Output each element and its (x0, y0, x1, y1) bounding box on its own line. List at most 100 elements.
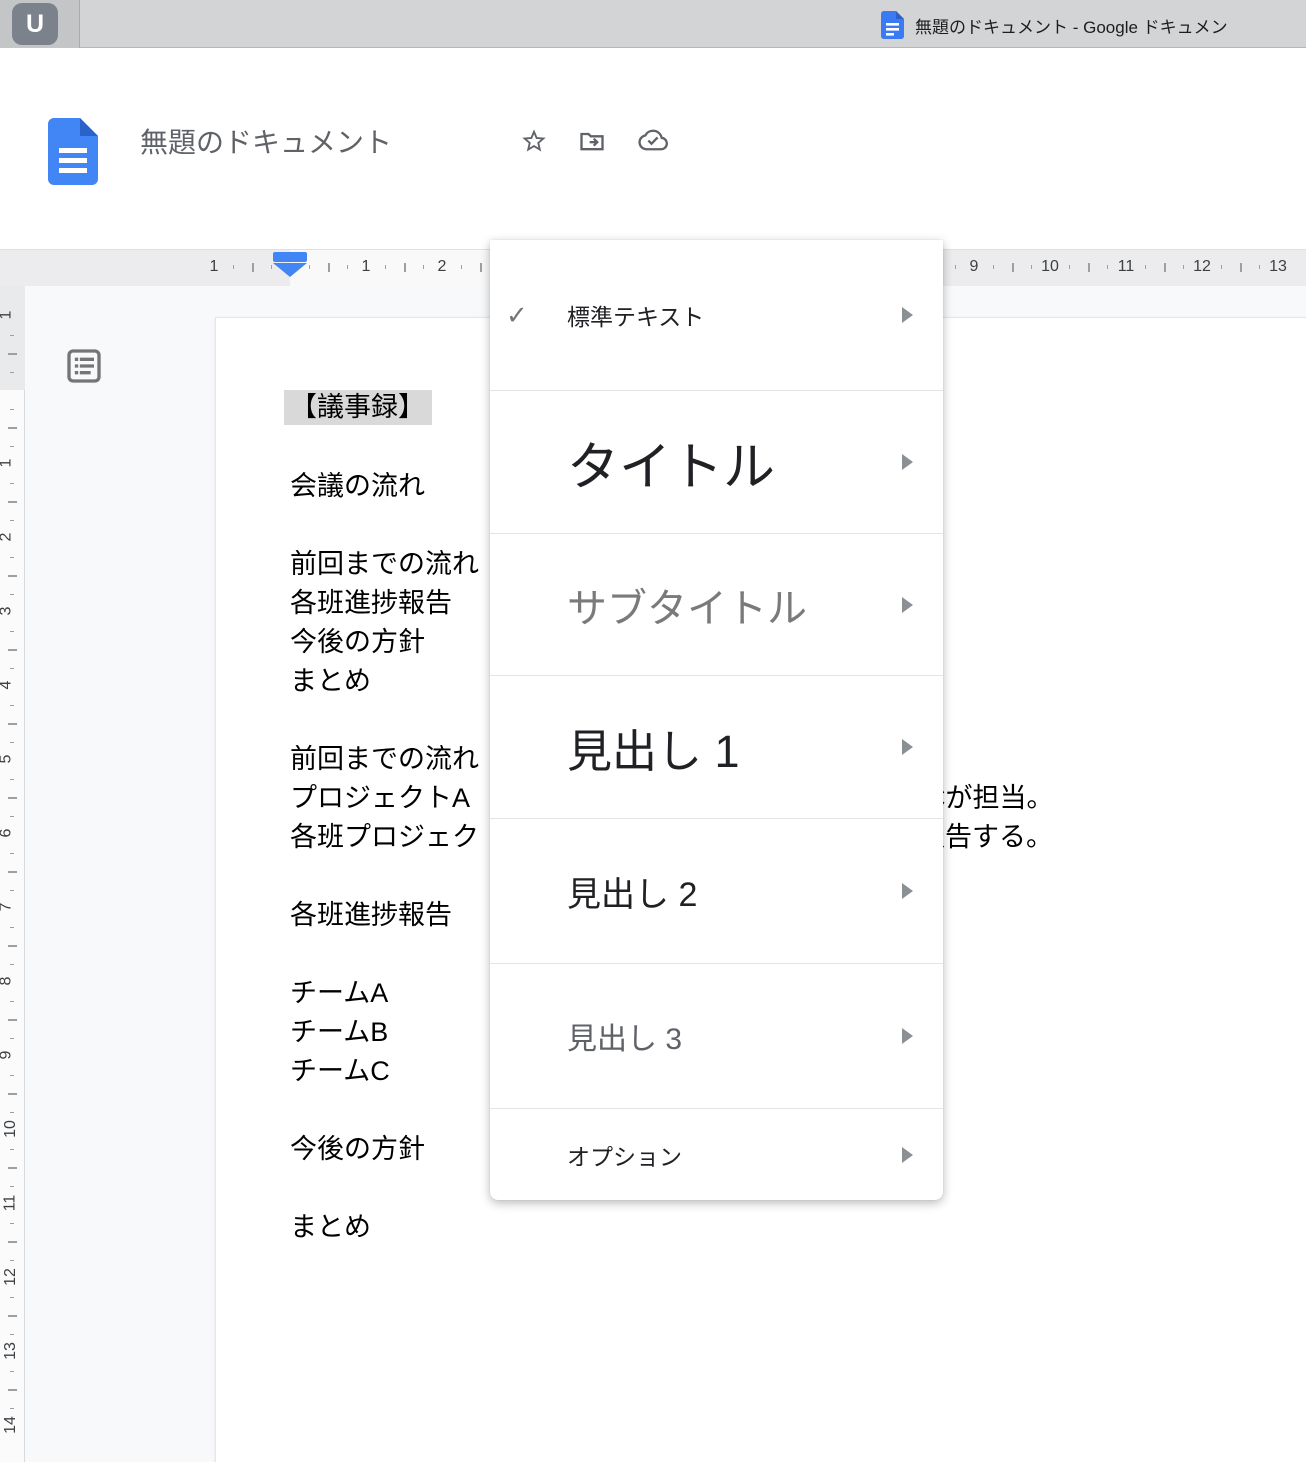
hruler-tick (385, 265, 386, 269)
hruler-tick (1145, 265, 1146, 269)
pinned-tab[interactable]: U (0, 0, 80, 48)
hruler-tick (1240, 263, 1242, 272)
style-menu-item-4[interactable]: 見出し 2 (490, 818, 943, 963)
style-menu-item-3[interactable]: 見出し 1 (490, 675, 943, 818)
hruler-number: 9 (970, 258, 979, 276)
submenu-arrow-icon (902, 883, 913, 899)
style-menu-item-5[interactable]: 見出し 3 (490, 963, 943, 1108)
cloud-status-icon[interactable] (638, 127, 666, 155)
star-icon[interactable] (520, 127, 548, 155)
vruler-tick (10, 1408, 14, 1409)
hruler-tick (1031, 265, 1032, 269)
first-line-indent-marker[interactable] (273, 252, 307, 262)
vruler-tick (10, 668, 14, 669)
hruler-number: 1 (210, 258, 219, 276)
vruler-tick (10, 446, 14, 447)
vruler-number: 4 (0, 681, 15, 690)
indent-marker[interactable] (273, 252, 307, 277)
hruler-number: 11 (1118, 258, 1135, 276)
vruler-tick (10, 816, 14, 817)
hruler-tick (1259, 265, 1260, 269)
vruler-tick (10, 1038, 14, 1039)
style-menu-item-label: 見出し 2 (567, 867, 697, 916)
vruler-tick (8, 575, 17, 577)
hruler-tick (461, 265, 462, 269)
vruler-tick (8, 1019, 17, 1021)
left-indent-marker[interactable] (273, 263, 307, 277)
hruler-tick (1164, 263, 1166, 272)
vruler-tick (10, 1223, 14, 1224)
vruler-number: 2 (0, 533, 15, 542)
vruler-tick (8, 797, 17, 799)
hruler-tick (252, 263, 254, 272)
vruler-number: 3 (0, 607, 15, 616)
hruler-tick (1069, 265, 1070, 269)
vruler-tick (10, 853, 14, 854)
vruler-tick (10, 520, 14, 521)
hruler-tick (347, 265, 348, 269)
vruler-tick (10, 1112, 14, 1113)
submenu-arrow-icon (902, 1147, 913, 1163)
google-docs-window: U 無題のドキュメント - Google ドキュメン 無題のドキュメント (0, 0, 1306, 1462)
pinned-tab-icon[interactable]: U (12, 3, 58, 45)
style-menu-item-1[interactable]: タイトル (490, 390, 943, 533)
docs-logo[interactable] (48, 118, 98, 185)
hruler-tick (328, 263, 330, 272)
document-title[interactable]: 無題のドキュメント (140, 121, 392, 161)
vruler-tick (8, 427, 17, 429)
vruler-number: 7 (0, 903, 15, 912)
hruler-tick (480, 263, 482, 272)
vruler-tick (10, 409, 14, 410)
vruler-number: 10 (2, 1120, 20, 1138)
hruler-number: 13 (1269, 258, 1287, 276)
vruler-tick (10, 1260, 14, 1261)
submenu-arrow-icon (902, 739, 913, 755)
style-menu-item-label: オプション (567, 1138, 682, 1172)
vruler-number: 5 (0, 755, 15, 764)
vruler-number: 1 (0, 311, 15, 320)
move-folder-icon[interactable] (578, 127, 606, 155)
vruler-tick (8, 353, 17, 355)
style-menu-item-label: サブタイトル (567, 576, 807, 634)
style-menu-item-2[interactable]: サブタイトル (490, 533, 943, 675)
vruler-tick (8, 1241, 17, 1243)
hruler-tick (1183, 265, 1184, 269)
vruler-tick (10, 779, 14, 780)
vruler-tick (8, 871, 17, 873)
browser-tab-bar: U 無題のドキュメント - Google ドキュメン (0, 0, 1306, 48)
hruler-tick (993, 265, 994, 269)
vruler-tick (10, 557, 14, 558)
vruler-tick (10, 1075, 14, 1076)
style-menu-item-label: 標準テキスト (567, 298, 704, 332)
vruler-tick (8, 501, 17, 503)
docs-favicon (881, 11, 904, 39)
vruler-tick (8, 649, 17, 651)
docs-header: 無題のドキュメント ファイル編集表示挿入表示形式ツールアドオンヘルプ 最終編集:… (0, 48, 1306, 185)
vruler-tick (10, 335, 14, 336)
hruler-number: 12 (1193, 258, 1211, 276)
submenu-arrow-icon (902, 597, 913, 613)
style-menu-item-label: タイトル (567, 425, 775, 500)
hruler-number: 2 (438, 258, 447, 276)
vruler-tick (10, 705, 14, 706)
style-menu-item-0[interactable]: ✓ 標準テキスト (490, 240, 943, 390)
submenu-arrow-icon (902, 307, 913, 323)
vruler-tick (10, 594, 14, 595)
vruler-tick (8, 1389, 17, 1391)
vruler-tick (8, 1315, 17, 1317)
hruler-number: 1 (362, 258, 371, 276)
vruler-number: 14 (2, 1416, 20, 1434)
hruler-number: 10 (1041, 258, 1059, 276)
hruler-tick (955, 265, 956, 269)
checkmark-icon: ✓ (506, 300, 528, 331)
style-menu-item-label: 見出し 1 (567, 715, 740, 780)
vruler-tick (8, 945, 17, 947)
submenu-arrow-icon (902, 1028, 913, 1044)
vruler-tick (10, 1149, 14, 1150)
style-menu-item-6[interactable]: オプション (490, 1108, 943, 1200)
vruler-tick (10, 483, 14, 484)
vruler-tick (10, 742, 14, 743)
browser-tab-title[interactable]: 無題のドキュメント - Google ドキュメン (915, 13, 1306, 38)
vruler-tick (10, 1334, 14, 1335)
document-outline-button[interactable] (64, 346, 104, 386)
